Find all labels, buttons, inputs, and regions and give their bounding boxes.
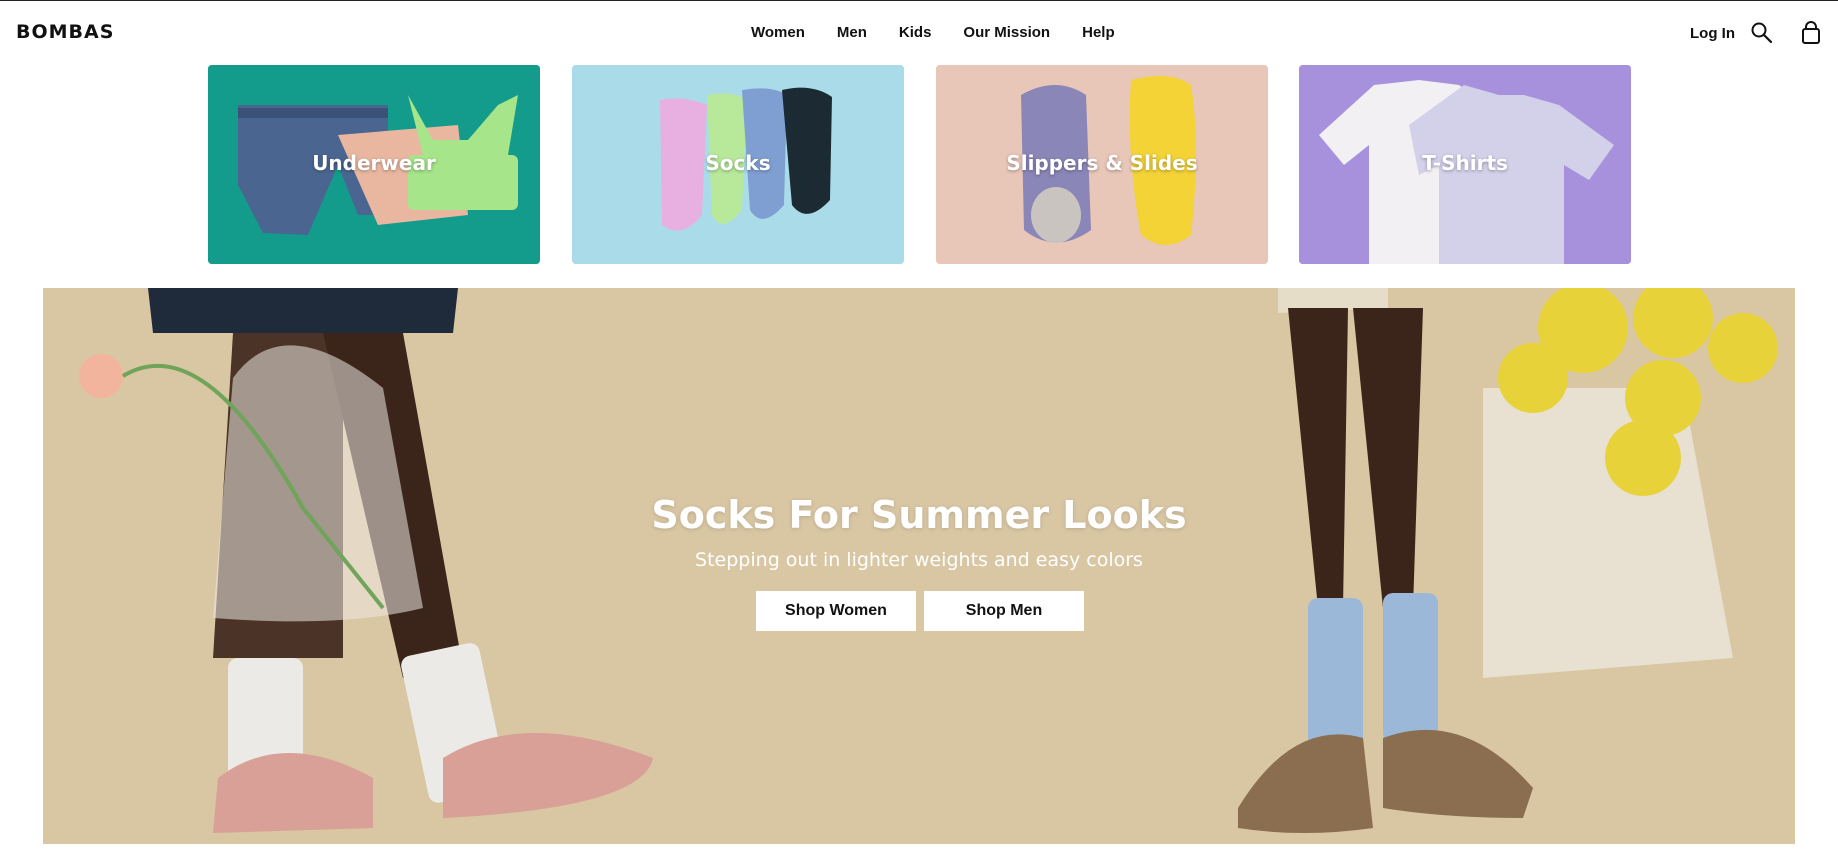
nav-our-mission[interactable]: Our Mission: [963, 24, 1050, 41]
category-tile-t-shirts[interactable]: T-Shirts: [1299, 65, 1631, 264]
nav-women[interactable]: Women: [751, 24, 805, 41]
nav-kids[interactable]: Kids: [899, 24, 932, 41]
tile-label-slippers-slides: Slippers & Slides: [1006, 151, 1198, 175]
tile-label-t-shirts: T-Shirts: [1422, 151, 1508, 175]
hero-title: Socks For Summer Looks: [651, 493, 1187, 537]
main-nav: Women Men Kids Our Mission Help: [751, 24, 1147, 41]
bombas-logo[interactable]: BOMBAS: [16, 21, 114, 43]
hero-subtitle: Stepping out in lighter weights and easy…: [695, 549, 1143, 571]
category-tile-slippers-slides[interactable]: Slippers & Slides: [936, 65, 1268, 264]
nav-men[interactable]: Men: [837, 24, 867, 41]
nav-help[interactable]: Help: [1082, 24, 1115, 41]
shopping-bag-icon[interactable]: [1799, 21, 1823, 45]
hero-banner: Socks For Summer Looks Stepping out in l…: [43, 288, 1795, 844]
search-icon[interactable]: [1750, 21, 1774, 45]
log-in-link[interactable]: Log In: [1690, 25, 1735, 42]
tile-label-underwear: Underwear: [312, 151, 436, 175]
tile-label-socks: Socks: [705, 151, 771, 175]
shop-women-button[interactable]: Shop Women: [756, 591, 916, 631]
site-header: BOMBAS Women Men Kids Our Mission Help L…: [0, 1, 1838, 63]
category-tile-underwear[interactable]: Underwear: [208, 65, 540, 264]
shop-men-button[interactable]: Shop Men: [924, 591, 1084, 631]
category-tile-socks[interactable]: Socks: [572, 65, 904, 264]
